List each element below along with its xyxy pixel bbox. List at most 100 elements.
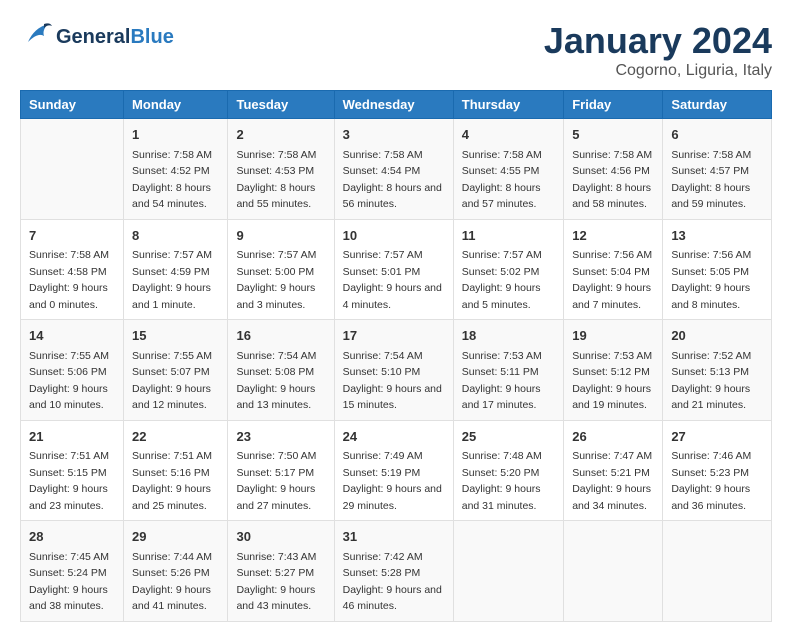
day-info: Sunrise: 7:46 AMSunset: 5:23 PMDaylight:… [671, 450, 751, 512]
day-info: Sunrise: 7:58 AMSunset: 4:52 PMDaylight:… [132, 149, 212, 211]
calendar-cell: 4 Sunrise: 7:58 AMSunset: 4:55 PMDaylight… [453, 119, 563, 220]
day-info: Sunrise: 7:54 AMSunset: 5:08 PMDaylight:… [236, 350, 316, 412]
day-number: 6 [671, 125, 763, 145]
day-number: 26 [572, 427, 654, 447]
day-number: 2 [236, 125, 325, 145]
calendar-cell [564, 521, 663, 622]
logo: GeneralBlue [20, 20, 174, 53]
day-info: Sunrise: 7:51 AMSunset: 5:15 PMDaylight:… [29, 450, 109, 512]
calendar-cell: 2 Sunrise: 7:58 AMSunset: 4:53 PMDaylight… [228, 119, 334, 220]
calendar-cell: 26 Sunrise: 7:47 AMSunset: 5:21 PMDayligh… [564, 420, 663, 521]
day-number: 31 [343, 527, 445, 547]
day-info: Sunrise: 7:57 AMSunset: 4:59 PMDaylight:… [132, 249, 212, 311]
day-info: Sunrise: 7:58 AMSunset: 4:58 PMDaylight:… [29, 249, 109, 311]
day-info: Sunrise: 7:50 AMSunset: 5:17 PMDaylight:… [236, 450, 316, 512]
calendar-week-3: 14 Sunrise: 7:55 AMSunset: 5:06 PMDayligh… [21, 320, 772, 421]
calendar-week-5: 28 Sunrise: 7:45 AMSunset: 5:24 PMDayligh… [21, 521, 772, 622]
weekday-header-monday: Monday [124, 91, 228, 119]
calendar-cell: 10 Sunrise: 7:57 AMSunset: 5:01 PMDayligh… [334, 219, 453, 320]
day-info: Sunrise: 7:52 AMSunset: 5:13 PMDaylight:… [671, 350, 751, 412]
day-number: 7 [29, 226, 115, 246]
day-number: 9 [236, 226, 325, 246]
calendar-cell: 5 Sunrise: 7:58 AMSunset: 4:56 PMDaylight… [564, 119, 663, 220]
calendar-cell [453, 521, 563, 622]
day-info: Sunrise: 7:54 AMSunset: 5:10 PMDaylight:… [343, 350, 442, 412]
day-info: Sunrise: 7:55 AMSunset: 5:06 PMDaylight:… [29, 350, 109, 412]
calendar-cell: 9 Sunrise: 7:57 AMSunset: 5:00 PMDaylight… [228, 219, 334, 320]
day-info: Sunrise: 7:57 AMSunset: 5:00 PMDaylight:… [236, 249, 316, 311]
calendar-cell: 18Sunrise: 7:53 AMSunset: 5:11 PMDayligh… [453, 320, 563, 421]
day-number: 29 [132, 527, 219, 547]
day-info: Sunrise: 7:43 AMSunset: 5:27 PMDaylight:… [236, 551, 316, 613]
calendar-cell: 12Sunrise: 7:56 AMSunset: 5:04 PMDayligh… [564, 219, 663, 320]
day-number: 13 [671, 226, 763, 246]
day-number: 20 [671, 326, 763, 346]
day-info: Sunrise: 7:49 AMSunset: 5:19 PMDaylight:… [343, 450, 442, 512]
calendar-cell: 19Sunrise: 7:53 AMSunset: 5:12 PMDayligh… [564, 320, 663, 421]
logo-blue: Blue [130, 26, 173, 48]
day-number: 22 [132, 427, 219, 447]
day-info: Sunrise: 7:51 AMSunset: 5:16 PMDaylight:… [132, 450, 212, 512]
calendar-table: SundayMondayTuesdayWednesdayThursdayFrid… [20, 90, 772, 622]
location: Cogorno, Liguria, Italy [544, 62, 772, 80]
calendar-week-1: 1 Sunrise: 7:58 AMSunset: 4:52 PMDaylight… [21, 119, 772, 220]
calendar-cell: 11 Sunrise: 7:57 AMSunset: 5:02 PMDayligh… [453, 219, 563, 320]
calendar-cell: 17 Sunrise: 7:54 AMSunset: 5:10 PMDayligh… [334, 320, 453, 421]
title-area: January 2024 Cogorno, Liguria, Italy [544, 20, 772, 80]
day-info: Sunrise: 7:42 AMSunset: 5:28 PMDaylight:… [343, 551, 442, 613]
calendar-cell: 29Sunrise: 7:44 AMSunset: 5:26 PMDayligh… [124, 521, 228, 622]
calendar-cell: 24 Sunrise: 7:49 AMSunset: 5:19 PMDayligh… [334, 420, 453, 521]
calendar-cell: 28 Sunrise: 7:45 AMSunset: 5:24 PMDayligh… [21, 521, 124, 622]
calendar-cell [663, 521, 772, 622]
calendar-cell: 6Sunrise: 7:58 AMSunset: 4:57 PMDaylight… [663, 119, 772, 220]
day-info: Sunrise: 7:56 AMSunset: 5:04 PMDaylight:… [572, 249, 652, 311]
day-info: Sunrise: 7:53 AMSunset: 5:12 PMDaylight:… [572, 350, 652, 412]
day-number: 1 [132, 125, 219, 145]
calendar-week-2: 7 Sunrise: 7:58 AMSunset: 4:58 PMDaylight… [21, 219, 772, 320]
weekday-header-friday: Friday [564, 91, 663, 119]
day-number: 24 [343, 427, 445, 447]
calendar-cell: 14 Sunrise: 7:55 AMSunset: 5:06 PMDayligh… [21, 320, 124, 421]
day-info: Sunrise: 7:58 AMSunset: 4:55 PMDaylight:… [462, 149, 542, 211]
day-info: Sunrise: 7:56 AMSunset: 5:05 PMDaylight:… [671, 249, 751, 311]
day-number: 3 [343, 125, 445, 145]
day-info: Sunrise: 7:48 AMSunset: 5:20 PMDaylight:… [462, 450, 542, 512]
calendar-cell: 16 Sunrise: 7:54 AMSunset: 5:08 PMDayligh… [228, 320, 334, 421]
day-number: 4 [462, 125, 555, 145]
day-info: Sunrise: 7:47 AMSunset: 5:21 PMDaylight:… [572, 450, 652, 512]
calendar-cell: 31 Sunrise: 7:42 AMSunset: 5:28 PMDayligh… [334, 521, 453, 622]
weekday-header-wednesday: Wednesday [334, 91, 453, 119]
day-number: 16 [236, 326, 325, 346]
day-number: 15 [132, 326, 219, 346]
day-info: Sunrise: 7:58 AMSunset: 4:54 PMDaylight:… [343, 149, 442, 211]
day-number: 10 [343, 226, 445, 246]
day-number: 21 [29, 427, 115, 447]
calendar-cell: 7 Sunrise: 7:58 AMSunset: 4:58 PMDaylight… [21, 219, 124, 320]
day-number: 27 [671, 427, 763, 447]
day-number: 30 [236, 527, 325, 547]
calendar-cell: 23Sunrise: 7:50 AMSunset: 5:17 PMDayligh… [228, 420, 334, 521]
day-number: 11 [462, 226, 555, 246]
logo-icon [20, 20, 52, 53]
day-info: Sunrise: 7:57 AMSunset: 5:01 PMDaylight:… [343, 249, 442, 311]
day-info: Sunrise: 7:58 AMSunset: 4:53 PMDaylight:… [236, 149, 316, 211]
weekday-header-sunday: Sunday [21, 91, 124, 119]
calendar-cell: 8Sunrise: 7:57 AMSunset: 4:59 PMDaylight… [124, 219, 228, 320]
day-number: 17 [343, 326, 445, 346]
page-header: GeneralBlue January 2024 Cogorno, Liguri… [20, 20, 772, 80]
calendar-cell: 13 Sunrise: 7:56 AMSunset: 5:05 PMDayligh… [663, 219, 772, 320]
day-number: 28 [29, 527, 115, 547]
day-number: 5 [572, 125, 654, 145]
weekday-header-saturday: Saturday [663, 91, 772, 119]
weekday-header-thursday: Thursday [453, 91, 563, 119]
day-number: 14 [29, 326, 115, 346]
day-info: Sunrise: 7:57 AMSunset: 5:02 PMDaylight:… [462, 249, 542, 311]
calendar-cell: 1 Sunrise: 7:58 AMSunset: 4:52 PMDaylight… [124, 119, 228, 220]
weekday-header-tuesday: Tuesday [228, 91, 334, 119]
calendar-cell: 15 Sunrise: 7:55 AMSunset: 5:07 PMDayligh… [124, 320, 228, 421]
day-info: Sunrise: 7:55 AMSunset: 5:07 PMDaylight:… [132, 350, 212, 412]
day-info: Sunrise: 7:45 AMSunset: 5:24 PMDaylight:… [29, 551, 109, 613]
calendar-cell: 3 Sunrise: 7:58 AMSunset: 4:54 PMDaylight… [334, 119, 453, 220]
calendar-cell: 30 Sunrise: 7:43 AMSunset: 5:27 PMDayligh… [228, 521, 334, 622]
day-info: Sunrise: 7:58 AMSunset: 4:56 PMDaylight:… [572, 149, 652, 211]
